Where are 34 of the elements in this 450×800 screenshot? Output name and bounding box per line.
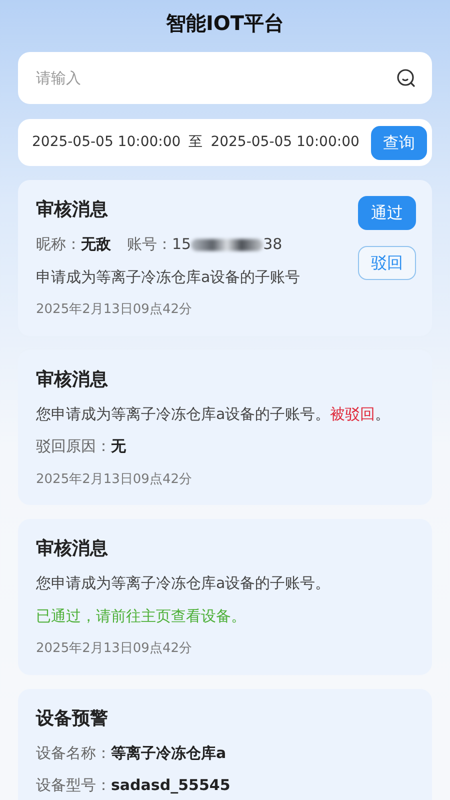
status-punctuation: 。 [375,404,390,422]
query-button[interactable]: 查询 [371,126,427,160]
app-title: 智能IOT平台 [164,10,286,37]
nickname-value: 无敌 [81,235,111,253]
rejected-status: 被驳回 [330,404,376,422]
message-time: 2025年2月13日09点42分 [36,301,193,319]
message-time: 2025年2月13日09点42分 [36,470,193,488]
result-message: 您申请成为等离子冷冻仓库a设备的子账号。 [36,574,332,594]
card-title: 设备预警 [36,706,109,730]
account-number: 15 [172,235,192,253]
field-value: sadasd_55545 [111,776,230,794]
nickname-label: 昵称： [36,235,81,253]
end-date[interactable]: 2025-05-05 10:00:00 [210,132,360,153]
approve-button[interactable]: 通过 [358,196,416,230]
card-title: 审核消息 [36,368,109,392]
date-separator: 至 [188,133,203,152]
request-message: 申请成为等离子冷冻仓库a设备的子账号 [36,268,300,287]
reason-label: 驳回原因： [36,437,111,455]
search-icon[interactable] [396,68,416,88]
approved-status: 已通过，请前往主页查看设备。 [36,606,247,626]
reject-button[interactable]: 驳回 [358,246,416,280]
message-time: 2025年2月13日09点42分 [36,640,193,658]
account-number: 38 [263,235,282,253]
reason-value: 无 [111,437,126,455]
card-title: 审核消息 [36,537,109,561]
field-label: 设备名称： [36,744,111,762]
account-label: 账号： [127,235,172,253]
card-title: 审核消息 [36,198,109,222]
search-field[interactable]: 请输入 [34,66,396,90]
start-date[interactable]: 2025-05-05 10:00:00 [32,132,181,153]
field-value: 等离子冷冻仓库a [111,744,226,762]
field-label: 设备型号： [36,776,111,794]
result-message: 您申请成为等离子冷冻仓库a设备的子账号。 [36,404,330,422]
search-bar[interactable]: 请输入 [18,52,432,104]
